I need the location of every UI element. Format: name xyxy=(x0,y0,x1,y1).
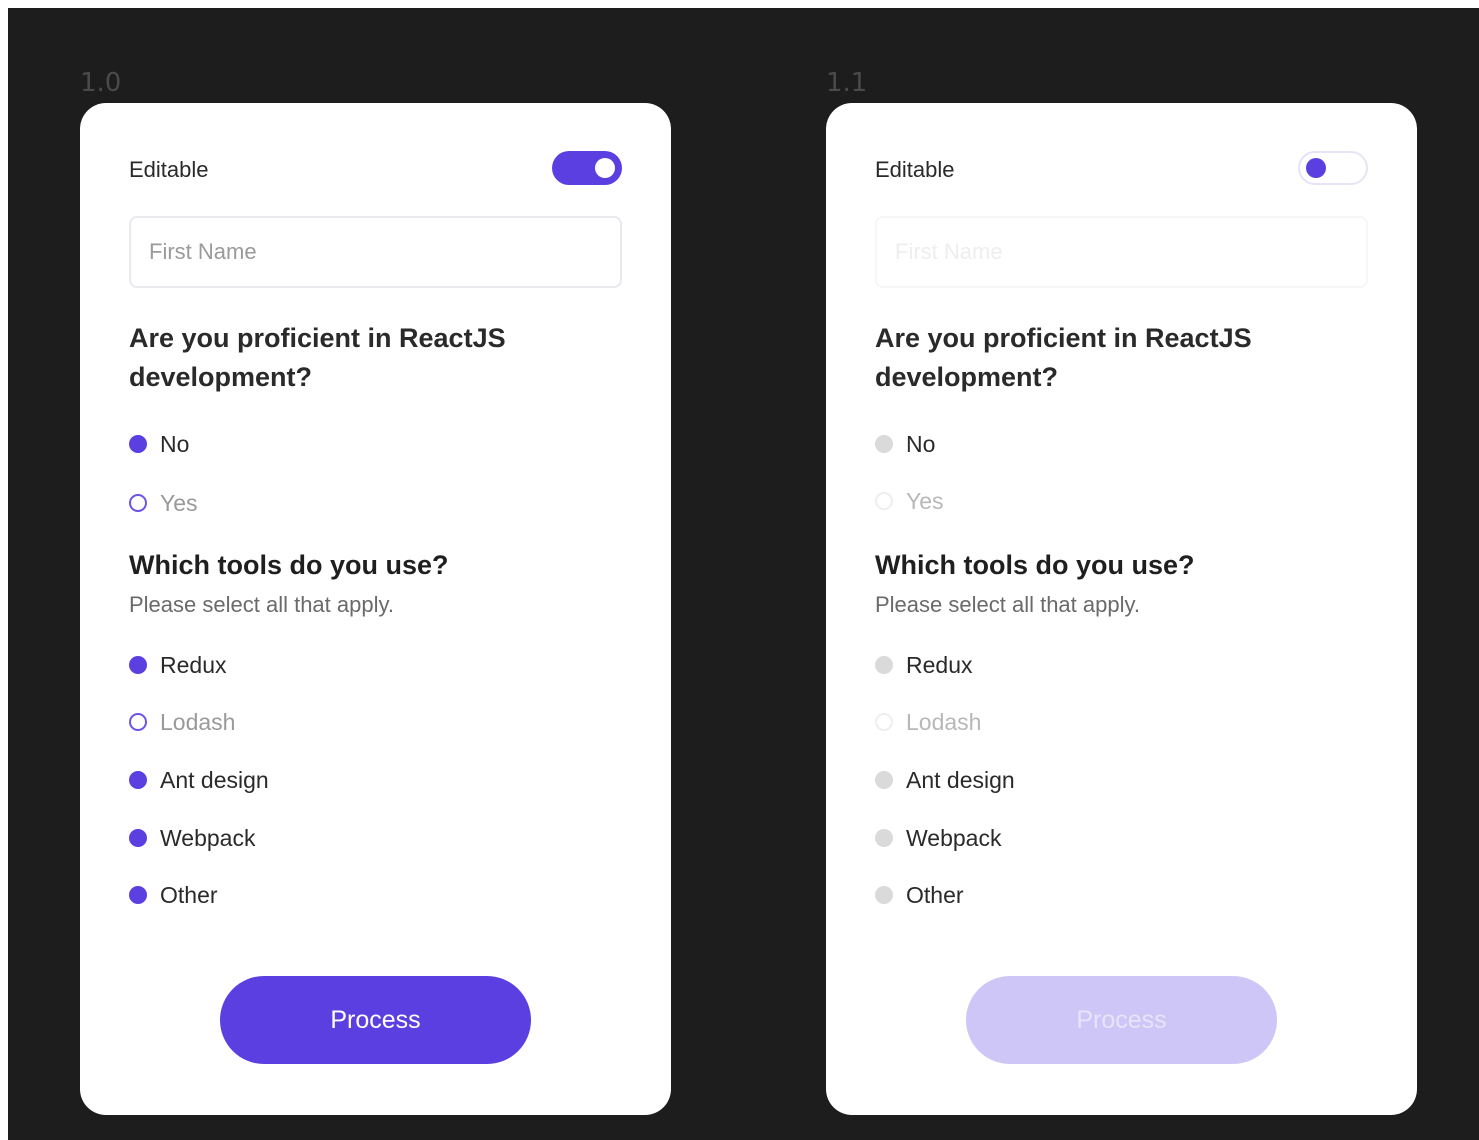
frame-label: 1.1 xyxy=(826,68,868,98)
tool-option-ant-design[interactable]: Ant design xyxy=(875,765,1015,795)
checkbox-selected-icon xyxy=(875,886,893,904)
tool-option-other[interactable]: Other xyxy=(129,880,218,910)
reactjs-question: Are you proficient in ReactJS developmen… xyxy=(129,323,506,392)
editable-label: Editable xyxy=(129,157,209,182)
artboard-canvas: 1.0 Editable Are you proficient in React… xyxy=(8,8,1479,1140)
process-button[interactable]: Process xyxy=(220,976,531,1064)
tool-option-lodash[interactable]: Lodash xyxy=(875,707,981,737)
tool-option-ant-design[interactable]: Ant design xyxy=(129,765,269,795)
toggle-knob xyxy=(1306,158,1326,178)
option-label: No xyxy=(906,430,936,457)
form-card-editable: Editable Are you proficient in ReactJS d… xyxy=(80,103,671,1115)
checkbox-unselected-icon xyxy=(129,713,147,731)
radio-selected-icon xyxy=(129,435,147,453)
radio-selected-icon xyxy=(875,435,893,453)
option-label: Ant design xyxy=(906,766,1015,793)
editable-row: Editable xyxy=(875,151,1368,187)
option-label: No xyxy=(160,430,190,457)
first-name-input[interactable] xyxy=(875,216,1368,288)
editable-toggle[interactable] xyxy=(552,151,622,185)
tools-subtitle: Please select all that apply. xyxy=(129,592,394,617)
tool-option-redux[interactable]: Redux xyxy=(129,650,226,680)
tool-option-webpack[interactable]: Webpack xyxy=(129,823,255,853)
option-label: Redux xyxy=(160,651,227,678)
checkbox-unselected-icon xyxy=(875,713,893,731)
checkbox-selected-icon xyxy=(129,656,147,674)
tool-option-lodash[interactable]: Lodash xyxy=(129,707,235,737)
option-label: Lodash xyxy=(906,708,982,735)
editable-row: Editable xyxy=(129,151,622,187)
option-label: Redux xyxy=(906,651,973,678)
editable-label: Editable xyxy=(875,157,955,182)
tools-subtitle: Please select all that apply. xyxy=(875,592,1140,617)
option-label: Other xyxy=(906,881,964,908)
checkbox-selected-icon xyxy=(129,771,147,789)
first-name-input[interactable] xyxy=(129,216,622,288)
tools-question: Which tools do you use? xyxy=(875,550,1195,580)
radio-unselected-icon xyxy=(875,492,893,510)
radio-option-no[interactable]: No xyxy=(875,429,935,459)
checkbox-selected-icon xyxy=(875,829,893,847)
radio-option-yes[interactable]: Yes xyxy=(129,488,198,518)
radio-option-no[interactable]: No xyxy=(129,429,189,459)
checkbox-selected-icon xyxy=(875,771,893,789)
option-label: Lodash xyxy=(160,708,236,735)
radio-unselected-icon xyxy=(129,494,147,512)
option-label: Other xyxy=(160,881,218,908)
reactjs-question: Are you proficient in ReactJS developmen… xyxy=(875,323,1252,392)
checkbox-selected-icon xyxy=(129,829,147,847)
checkbox-selected-icon xyxy=(129,886,147,904)
form-card-readonly: Editable Are you proficient in ReactJS d… xyxy=(826,103,1417,1115)
tool-option-webpack[interactable]: Webpack xyxy=(875,823,1001,853)
frame-label: 1.0 xyxy=(80,68,122,98)
option-label: Webpack xyxy=(160,824,256,851)
tool-option-other[interactable]: Other xyxy=(875,880,964,910)
checkbox-selected-icon xyxy=(875,656,893,674)
process-button[interactable]: Process xyxy=(966,976,1277,1064)
editable-toggle[interactable] xyxy=(1298,151,1368,185)
option-label: Yes xyxy=(906,487,944,514)
option-label: Ant design xyxy=(160,766,269,793)
radio-option-yes[interactable]: Yes xyxy=(875,486,944,516)
option-label: Webpack xyxy=(906,824,1002,851)
tool-option-redux[interactable]: Redux xyxy=(875,650,972,680)
option-label: Yes xyxy=(160,489,198,516)
tools-question: Which tools do you use? xyxy=(129,550,449,580)
toggle-knob xyxy=(595,158,615,178)
